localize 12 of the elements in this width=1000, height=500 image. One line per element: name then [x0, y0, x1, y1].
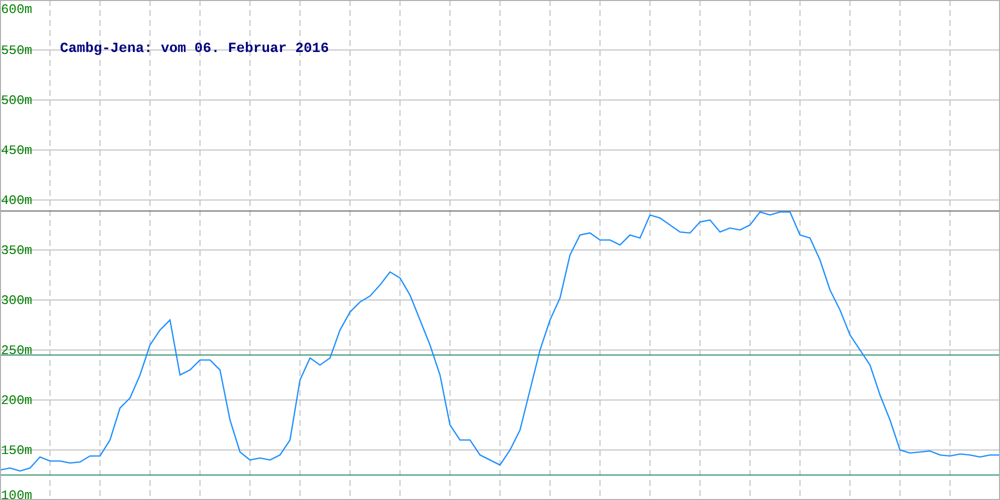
axis-tick-label: 200m — [1, 393, 32, 408]
axis-tick-label: 500m — [1, 93, 32, 108]
axis-tick-label: 450m — [1, 143, 32, 158]
axis-tick-label: 350m — [1, 243, 32, 258]
axis-tick-label: 400m — [1, 193, 32, 208]
axis-tick-label: 300m — [1, 293, 32, 308]
axis-tick-label: 250m — [1, 343, 32, 358]
axis-tick-label: 100m — [1, 488, 32, 500]
axis-tick-label: 150m — [1, 443, 32, 458]
axis-tick-label: 600m — [1, 2, 32, 17]
chart-title: Cambg-Jena: vom 06. Februar 2016 — [60, 41, 329, 57]
axis-tick-label: 550m — [1, 43, 32, 58]
